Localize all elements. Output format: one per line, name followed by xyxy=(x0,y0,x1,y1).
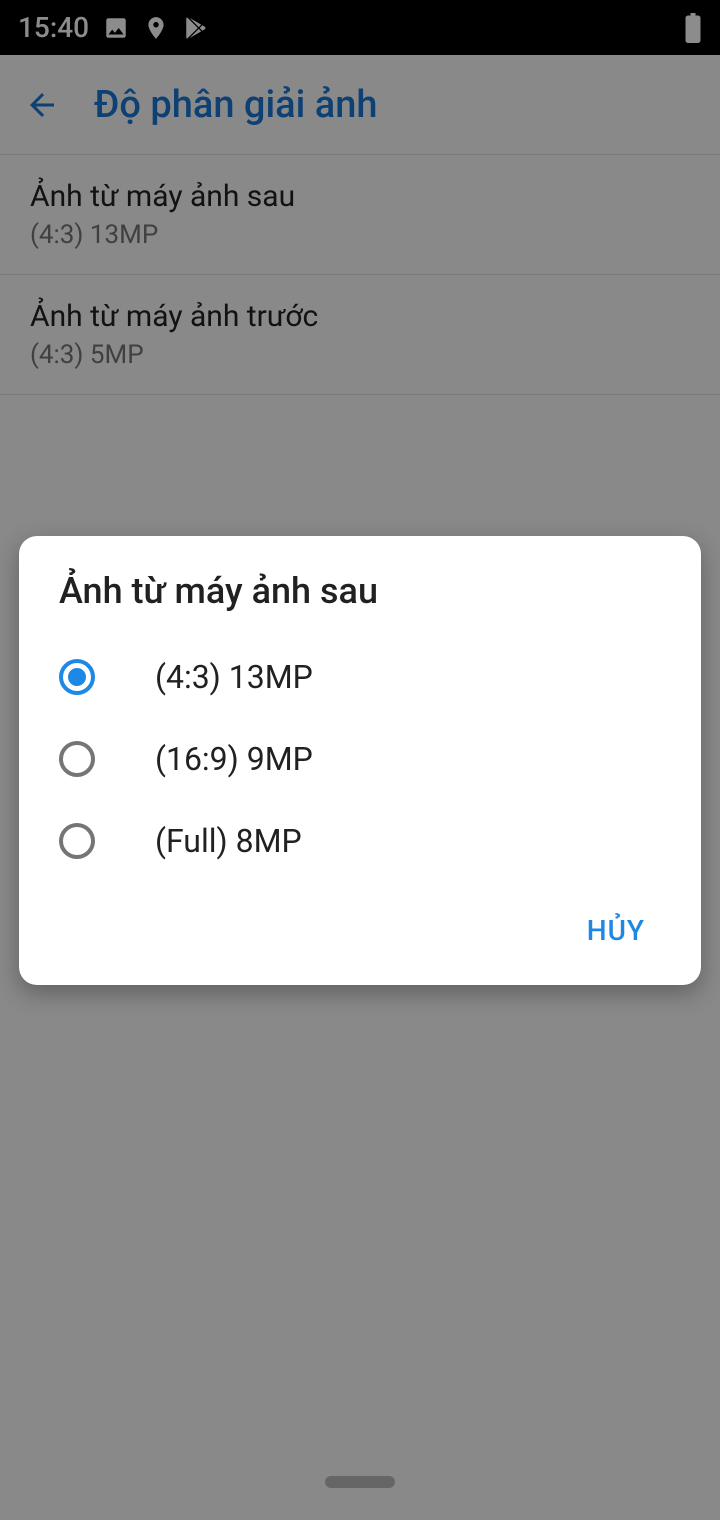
navigation-bar xyxy=(0,1460,720,1520)
radio-option-1[interactable]: (16:9) 9MP xyxy=(19,718,701,800)
radio-label: (4:3) 13MP xyxy=(155,658,313,696)
modal-overlay[interactable]: Ảnh từ máy ảnh sau (4:3) 13MP (16:9) 9MP… xyxy=(0,0,720,1520)
dialog-actions: HỦY xyxy=(19,882,701,967)
chevron-left-icon xyxy=(150,1466,172,1488)
radio-icon xyxy=(59,659,95,695)
dialog-title: Ảnh từ máy ảnh sau xyxy=(19,570,701,636)
radio-label: (16:9) 9MP xyxy=(155,740,313,778)
nav-home-pill[interactable] xyxy=(325,1476,395,1488)
resolution-dialog: Ảnh từ máy ảnh sau (4:3) 13MP (16:9) 9MP… xyxy=(19,536,701,985)
radio-option-0[interactable]: (4:3) 13MP xyxy=(19,636,701,718)
radio-icon xyxy=(59,823,95,859)
radio-option-2[interactable]: (Full) 8MP xyxy=(19,800,701,882)
cancel-button[interactable]: HỦY xyxy=(571,906,661,955)
nav-back-button[interactable] xyxy=(150,1466,172,1492)
radio-icon xyxy=(59,741,95,777)
radio-label: (Full) 8MP xyxy=(155,822,302,860)
